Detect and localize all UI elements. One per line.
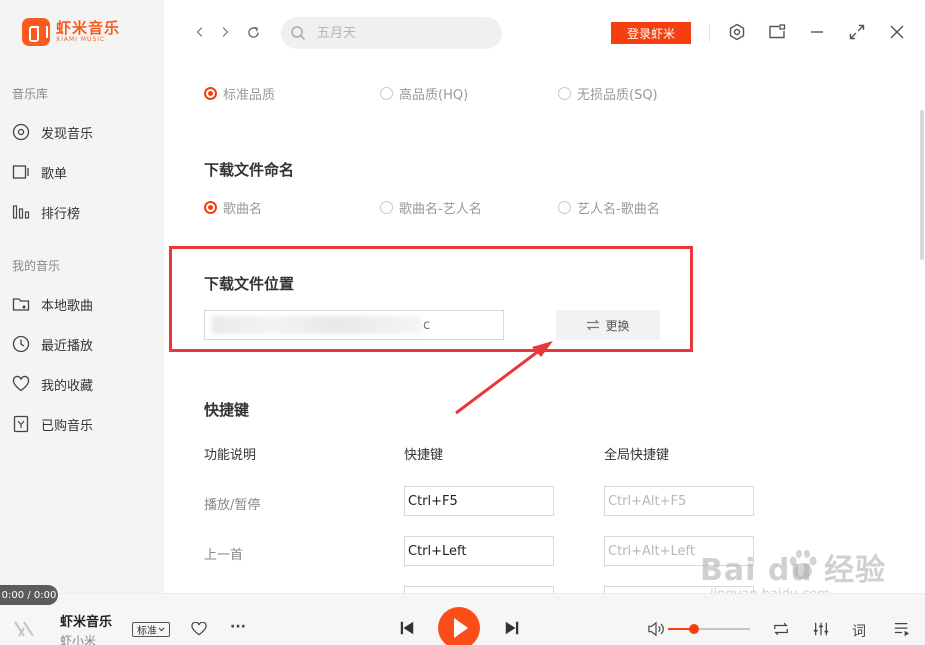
heart-icon <box>191 622 207 636</box>
lyrics-button[interactable]: 词 <box>852 621 866 641</box>
shortcut-input-previous[interactable] <box>404 536 554 566</box>
content-scrollbar[interactable] <box>920 110 924 260</box>
equalizer-button[interactable] <box>811 620 831 638</box>
column-header-global: 全局快捷键 <box>604 448 670 463</box>
shortcut-section-title: 快捷键 <box>204 401 250 419</box>
previous-button[interactable] <box>398 619 416 637</box>
loop-mode-button[interactable] <box>771 620 791 638</box>
like-button[interactable] <box>190 621 208 637</box>
global-shortcut-input-previous[interactable] <box>604 536 754 566</box>
play-button[interactable] <box>438 607 480 645</box>
equalizer-icon <box>813 622 829 636</box>
queue-icon <box>894 623 910 637</box>
shortcut-row-label: 播放/暂停 <box>204 498 261 513</box>
column-header-shortcut: 快捷键 <box>404 448 444 463</box>
volume-slider[interactable] <box>668 628 750 630</box>
xiami-logo-icon <box>14 621 34 637</box>
next-button[interactable] <box>503 619 521 637</box>
playback-time: 0:00 / 0:00 <box>0 585 58 605</box>
global-shortcut-input-play-pause[interactable] <box>604 486 754 516</box>
column-header-action: 功能说明 <box>204 448 257 463</box>
song-title[interactable]: 虾米音乐 <box>60 611 112 630</box>
playlist-button[interactable] <box>892 620 912 638</box>
chevron-down-icon <box>158 627 165 632</box>
shortcut-row-label: 上一首 <box>204 548 244 563</box>
more-button[interactable]: ··· <box>228 618 248 636</box>
repeat-icon <box>774 622 788 636</box>
album-art[interactable] <box>12 616 36 642</box>
volume-icon <box>648 621 664 637</box>
next-icon <box>505 621 519 635</box>
quality-selector[interactable]: 标准 <box>132 622 170 637</box>
shortcut-input-play-pause[interactable] <box>404 486 554 516</box>
previous-icon <box>400 621 414 635</box>
song-artist[interactable]: 虾小米 <box>60 632 96 645</box>
volume-button[interactable] <box>646 620 666 638</box>
